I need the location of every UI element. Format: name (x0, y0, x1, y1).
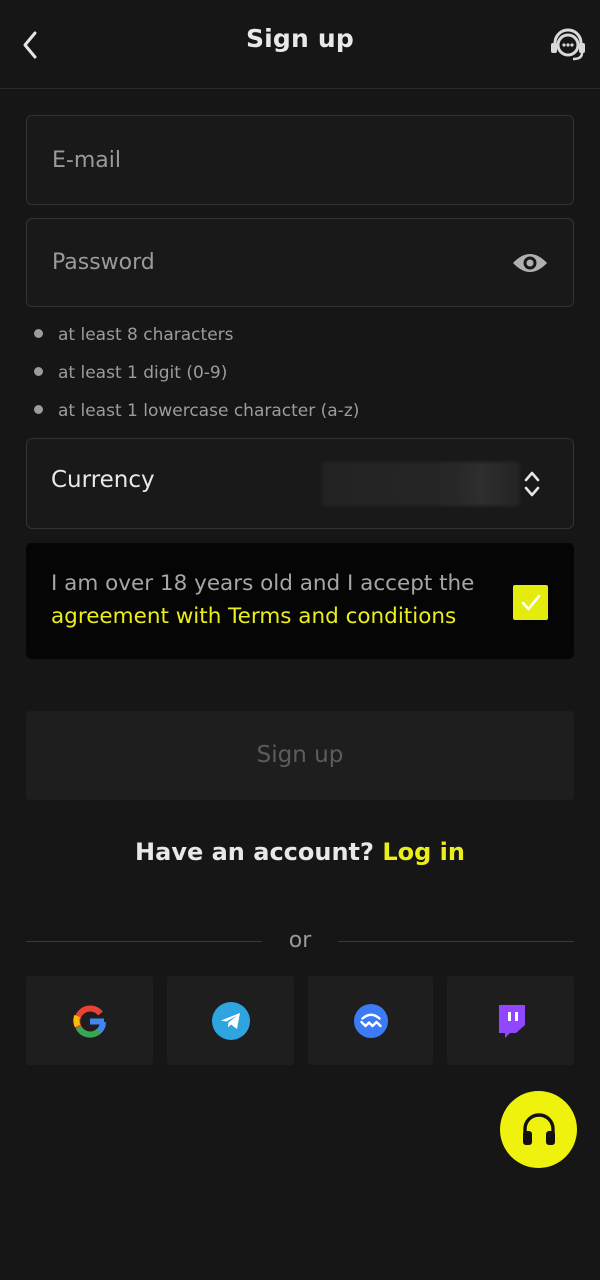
terms-link[interactable]: agreement with Terms and conditions (51, 604, 456, 629)
sort-arrows-icon (521, 467, 543, 501)
twitch-login-button[interactable] (447, 976, 574, 1065)
toggle-password-visibility-button[interactable] (511, 247, 549, 279)
google-icon (72, 1005, 106, 1038)
terms-text: I am over 18 years old and I accept the … (51, 567, 511, 633)
eye-icon (513, 254, 547, 272)
walletconnect-login-button[interactable] (308, 976, 433, 1065)
currency-label: Currency (51, 467, 155, 493)
support-button[interactable] (546, 24, 590, 66)
terms-checkbox[interactable] (513, 585, 548, 620)
bullet-icon (34, 367, 43, 376)
signup-button[interactable]: Sign up (26, 711, 574, 800)
checkmark-icon (521, 594, 540, 610)
headphones-icon (522, 1112, 555, 1145)
bullet-icon (34, 405, 43, 414)
password-rule-text: at least 8 characters (58, 325, 234, 345)
login-link[interactable]: Log in (382, 838, 465, 866)
google-login-button[interactable] (26, 976, 153, 1065)
password-field-wrapper (26, 218, 574, 307)
terms-label: I am over 18 years old and I accept the (51, 571, 475, 596)
password-rule-text: at least 1 lowercase character (a-z) (58, 401, 360, 421)
currency-value (322, 462, 520, 506)
login-prompt: Have an account? Log in (0, 838, 600, 866)
header: Sign up (0, 0, 600, 89)
currency-select[interactable]: Currency (26, 438, 574, 529)
twitch-icon (498, 1004, 525, 1038)
telegram-login-button[interactable] (167, 976, 294, 1065)
support-agent-icon (551, 28, 585, 61)
password-rule: at least 1 digit (0-9) (34, 360, 359, 398)
email-field-wrapper (26, 115, 574, 205)
page-title: Sign up (245, 24, 355, 53)
login-prompt-text: Have an account? (135, 838, 374, 866)
telegram-icon (211, 1001, 250, 1040)
email-field[interactable] (27, 116, 573, 204)
password-rules: at least 8 characters at least 1 digit (… (34, 322, 359, 436)
password-rule-text: at least 1 digit (0-9) (58, 363, 228, 383)
password-rule: at least 1 lowercase character (a-z) (34, 398, 359, 436)
support-chat-button[interactable] (500, 1091, 577, 1168)
bullet-icon (34, 329, 43, 338)
password-field[interactable] (27, 219, 573, 306)
terms-agreement: I am over 18 years old and I accept the … (26, 543, 574, 659)
divider-right (338, 941, 574, 942)
walletconnect-icon (353, 1003, 388, 1038)
password-rule: at least 8 characters (34, 322, 359, 360)
